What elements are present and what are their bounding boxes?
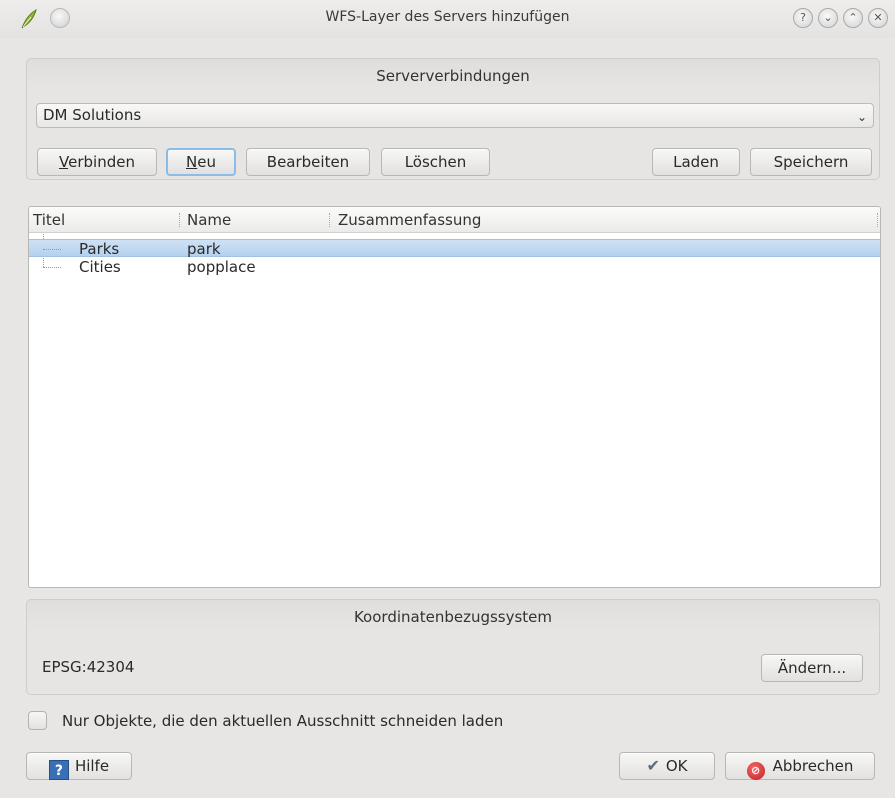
help-window-button[interactable]: ? xyxy=(793,8,813,28)
help-label: Hilfe xyxy=(74,757,110,775)
crs-value: EPSG:42304 xyxy=(42,658,135,676)
table-row[interactable]: Parks park xyxy=(29,239,880,258)
checkmark-icon: ✔ xyxy=(646,756,660,775)
table-row[interactable]: Cities popplace xyxy=(29,258,880,276)
row-title: Parks xyxy=(79,240,120,258)
column-header-summary[interactable]: Zusammenfassung xyxy=(338,211,481,229)
ok-label: OK xyxy=(665,757,688,775)
filter-checkbox-label[interactable]: Nur Objekte, die den aktuellen Ausschnit… xyxy=(62,712,503,730)
change-crs-button[interactable]: Ändern... xyxy=(761,654,863,682)
server-connections-title: Serververbindungen xyxy=(376,67,530,85)
title-bar: WFS-Layer des Servers hinzufügen ? ⌄ ⌃ ✕ xyxy=(0,0,895,38)
cancel-button[interactable]: ⊘ Abbrechen xyxy=(725,752,875,780)
column-header-name[interactable]: Name xyxy=(187,211,231,229)
chevron-down-icon: ⌄ xyxy=(823,11,833,24)
crs-group: Koordinatenbezugssystem xyxy=(26,599,880,695)
question-icon: ? xyxy=(800,11,806,24)
help-book-icon: ? xyxy=(48,760,69,780)
delete-button[interactable]: Löschen xyxy=(381,148,490,176)
window-title: WFS-Layer des Servers hinzufügen xyxy=(325,9,570,25)
cancel-label: Abbrechen xyxy=(772,757,854,775)
minimize-button[interactable]: ⌄ xyxy=(818,8,838,28)
tree-branch-line xyxy=(43,249,61,250)
column-header-title[interactable]: Titel xyxy=(33,211,65,229)
save-button[interactable]: Speichern xyxy=(750,148,872,176)
new-button[interactable]: Neu xyxy=(166,148,236,176)
filter-checkbox[interactable] xyxy=(28,711,47,730)
row-name: popplace xyxy=(187,258,256,276)
column-separator xyxy=(877,213,878,227)
chevron-up-icon: ⌃ xyxy=(848,11,858,24)
tree-branch-line xyxy=(43,267,61,268)
connection-select[interactable]: DM Solutions ⌄ xyxy=(36,103,874,128)
crs-title: Koordinatenbezugssystem xyxy=(353,608,553,626)
help-button[interactable]: ? Hilfe xyxy=(26,752,132,780)
edit-button[interactable]: Bearbeiten xyxy=(246,148,370,176)
new-label: eu xyxy=(197,153,216,171)
connect-mnemonic: V xyxy=(59,153,69,171)
row-name: park xyxy=(187,240,221,258)
chevron-down-icon: ⌄ xyxy=(856,110,867,124)
column-separator xyxy=(179,213,180,227)
column-separator xyxy=(329,213,330,227)
new-mnemonic: N xyxy=(186,153,198,171)
row-title: Cities xyxy=(79,258,121,276)
close-button[interactable]: ✕ xyxy=(868,8,888,28)
ok-button[interactable]: ✔ OK xyxy=(619,752,715,780)
maximize-button[interactable]: ⌃ xyxy=(843,8,863,28)
tree-header: Titel Name Zusammenfassung xyxy=(29,207,880,233)
connection-select-value: DM Solutions xyxy=(43,106,142,124)
cancel-icon: ⊘ xyxy=(746,762,765,780)
load-button[interactable]: Laden xyxy=(652,148,740,176)
connect-button[interactable]: Verbinden xyxy=(37,148,157,176)
layer-tree[interactable]: Titel Name Zusammenfassung Parks park Ci… xyxy=(28,206,881,588)
close-icon: ✕ xyxy=(873,11,883,24)
connect-label: erbinden xyxy=(68,153,135,171)
